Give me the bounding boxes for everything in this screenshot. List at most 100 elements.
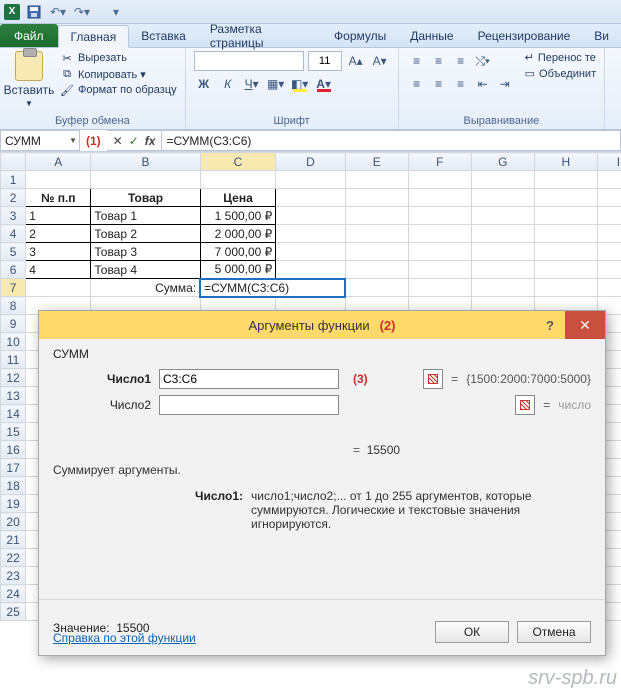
cell-A5[interactable]: 3	[26, 243, 91, 261]
col-header-B[interactable]: B	[91, 153, 200, 171]
cell-B6[interactable]: Товар 4	[91, 261, 200, 279]
col-header-G[interactable]: G	[471, 153, 534, 171]
col-header-A[interactable]: A	[26, 153, 91, 171]
col-header-H[interactable]: H	[534, 153, 597, 171]
file-tab[interactable]: Файл	[0, 24, 58, 47]
increase-indent-button[interactable]: ⇥	[495, 74, 515, 94]
col-header-D[interactable]: D	[276, 153, 345, 171]
dialog-close-button[interactable]: ✕	[565, 311, 605, 339]
wrap-text-button[interactable]: ↵Перенос те	[525, 51, 596, 64]
arg2-ref-button[interactable]	[515, 395, 535, 415]
col-header-E[interactable]: E	[345, 153, 408, 171]
shrink-font-button[interactable]: A▾	[370, 51, 390, 71]
worksheet-grid[interactable]: A B C D E F G H I 1 2 № п.п Товар Цена 3…	[0, 152, 621, 694]
qat-undo-button[interactable]: ↶▾	[48, 3, 68, 21]
cell-B7[interactable]: Сумма:	[91, 279, 200, 297]
row-header[interactable]: 18	[1, 477, 26, 495]
row-header[interactable]: 19	[1, 495, 26, 513]
cell-A3[interactable]: 1	[26, 207, 91, 225]
row-header[interactable]: 25	[1, 603, 26, 621]
format-painter-button[interactable]: 🖌Формат по образцу	[60, 83, 177, 97]
arg2-input[interactable]	[159, 395, 339, 415]
row-header[interactable]: 8	[1, 297, 26, 315]
tab-data[interactable]: Данные	[398, 24, 465, 47]
row-header[interactable]: 20	[1, 513, 26, 531]
name-box[interactable]: СУММ▼	[0, 130, 80, 151]
orientation-button[interactable]: ⤭▾	[473, 51, 493, 71]
qat-redo-button[interactable]: ↷▾	[72, 3, 92, 21]
fill-color-button[interactable]: ◧▾	[290, 74, 310, 94]
row-header[interactable]: 9	[1, 315, 26, 333]
font-name-input[interactable]	[194, 51, 304, 71]
cell-C6[interactable]: 5 000,00 ₽	[200, 261, 276, 279]
col-header-I[interactable]: I	[597, 153, 621, 171]
tab-view-partial[interactable]: Ви	[582, 24, 621, 47]
merge-center-button[interactable]: ▭Объединит	[525, 67, 596, 80]
arg1-input[interactable]	[159, 369, 339, 389]
qat-save-button[interactable]	[24, 3, 44, 21]
arg1-ref-button[interactable]	[423, 369, 443, 389]
row-header[interactable]: 11	[1, 351, 26, 369]
row-header[interactable]: 3	[1, 207, 26, 225]
tab-home[interactable]: Главная	[58, 25, 130, 48]
underline-button[interactable]: Ч▾	[242, 74, 262, 94]
cancel-button[interactable]: Отмена	[517, 621, 591, 643]
cell-B5[interactable]: Товар 3	[91, 243, 200, 261]
row-header[interactable]: 15	[1, 423, 26, 441]
cut-button[interactable]: ✂Вырезать	[60, 51, 177, 65]
dialog-help-button[interactable]: ?	[535, 311, 565, 339]
row-header[interactable]: 7	[1, 279, 26, 297]
formula-input[interactable]: =СУММ(C3:C6)	[162, 130, 621, 151]
align-bottom-button[interactable]: ≡	[451, 51, 471, 71]
font-color-button[interactable]: A▾	[314, 74, 334, 94]
cell-B4[interactable]: Товар 2	[91, 225, 200, 243]
tab-insert[interactable]: Вставка	[129, 24, 198, 47]
dialog-titlebar[interactable]: Аргументы функции (2) ? ✕	[39, 311, 605, 339]
col-header-F[interactable]: F	[408, 153, 471, 171]
align-top-button[interactable]: ≡	[407, 51, 427, 71]
cell-C5[interactable]: 7 000,00 ₽	[200, 243, 276, 261]
row-header[interactable]: 17	[1, 459, 26, 477]
decrease-indent-button[interactable]: ⇤	[473, 74, 493, 94]
formula-accept-button[interactable]: ✓	[129, 134, 139, 148]
row-header[interactable]: 13	[1, 387, 26, 405]
ok-button[interactable]: ОК	[435, 621, 509, 643]
cell-B3[interactable]: Товар 1	[91, 207, 200, 225]
help-link[interactable]: Справка по этой функции	[53, 631, 196, 645]
align-left-button[interactable]: ≡	[407, 74, 427, 94]
row-header[interactable]: 10	[1, 333, 26, 351]
cell-A4[interactable]: 2	[26, 225, 91, 243]
row-header[interactable]: 14	[1, 405, 26, 423]
paste-button[interactable]: Вставить ▼	[8, 51, 50, 108]
row-header[interactable]: 4	[1, 225, 26, 243]
align-right-button[interactable]: ≡	[451, 74, 471, 94]
copy-button[interactable]: ⧉Копировать ▾	[60, 67, 177, 81]
cell-C7-active[interactable]: =СУММ(C3:C6)	[200, 279, 345, 297]
cell-C3[interactable]: 1 500,00 ₽	[200, 207, 276, 225]
select-all-corner[interactable]	[1, 153, 26, 171]
cell-A2[interactable]: № п.п	[26, 189, 91, 207]
chevron-down-icon[interactable]: ▼	[69, 136, 77, 145]
row-header[interactable]: 22	[1, 549, 26, 567]
grow-font-button[interactable]: A▴	[346, 51, 366, 71]
tab-formulas[interactable]: Формулы	[322, 24, 398, 47]
tab-review[interactable]: Рецензирование	[466, 24, 583, 47]
formula-cancel-button[interactable]: ✕	[113, 134, 123, 148]
row-header[interactable]: 16	[1, 441, 26, 459]
row-header[interactable]: 6	[1, 261, 26, 279]
bold-button[interactable]: Ж	[194, 74, 214, 94]
align-middle-button[interactable]: ≡	[429, 51, 449, 71]
cell-B2[interactable]: Товар	[91, 189, 200, 207]
col-header-C[interactable]: C	[200, 153, 276, 171]
row-header[interactable]: 21	[1, 531, 26, 549]
insert-function-button[interactable]: fx	[145, 134, 156, 148]
row-header[interactable]: 12	[1, 369, 26, 387]
font-size-input[interactable]	[308, 51, 342, 71]
row-header[interactable]: 1	[1, 171, 26, 189]
cell-A6[interactable]: 4	[26, 261, 91, 279]
row-header[interactable]: 2	[1, 189, 26, 207]
italic-button[interactable]: К	[218, 74, 238, 94]
cell-C4[interactable]: 2 000,00 ₽	[200, 225, 276, 243]
cell-C2[interactable]: Цена	[200, 189, 276, 207]
borders-button[interactable]: ▦▾	[266, 74, 286, 94]
